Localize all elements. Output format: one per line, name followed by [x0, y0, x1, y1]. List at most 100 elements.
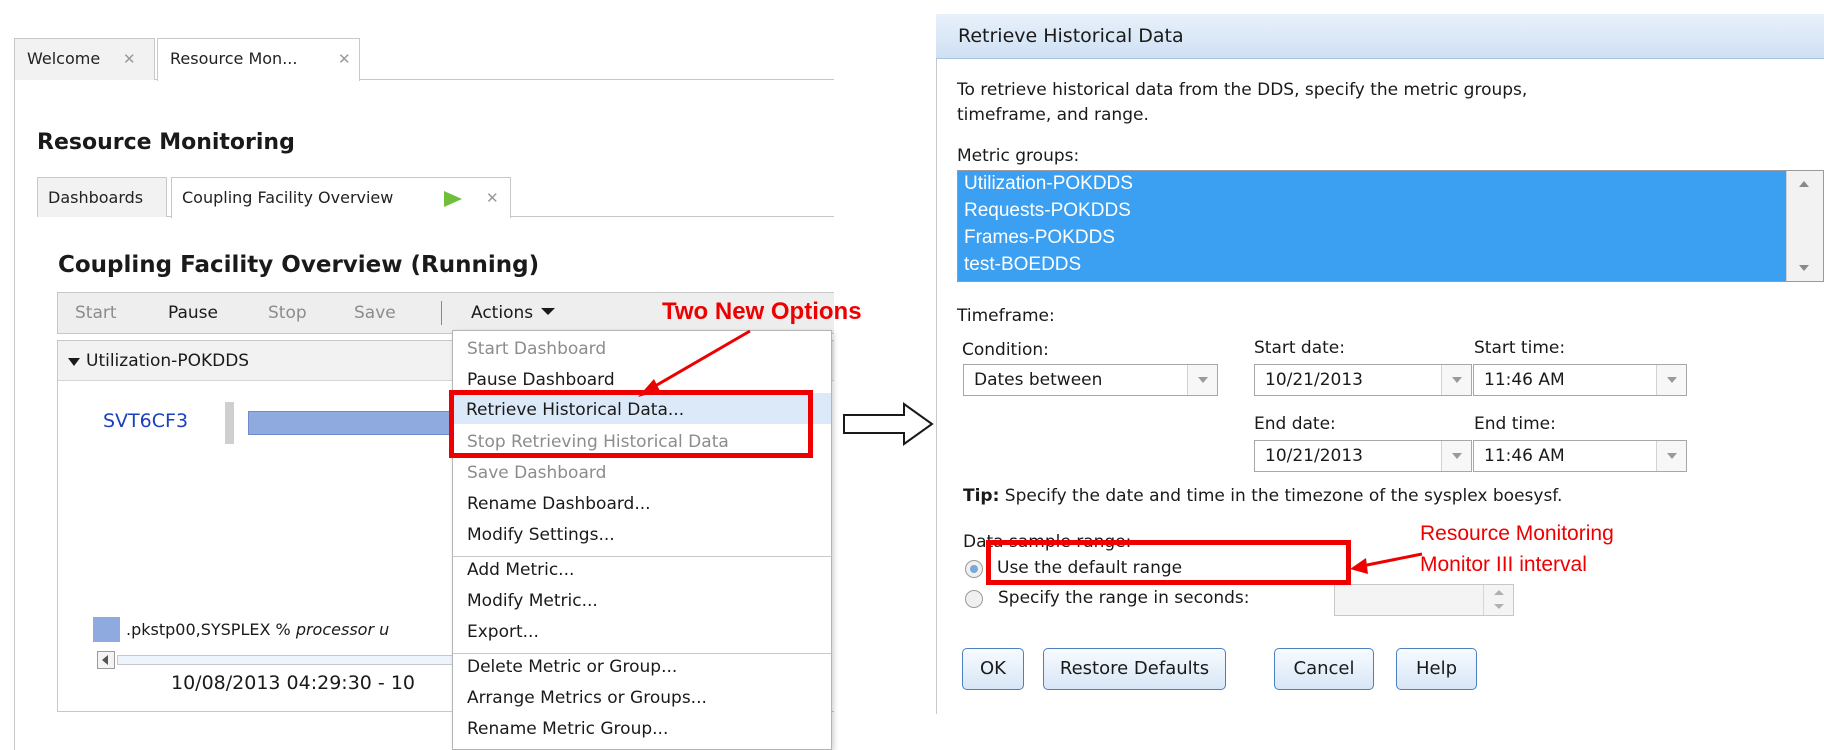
- list-item[interactable]: Frames-POKDDS: [964, 227, 1115, 249]
- chevron-down-icon: [1799, 265, 1809, 271]
- tip-body: Specify the date and time in the timezon…: [999, 486, 1563, 506]
- dashboard-tab-bar: Dashboards Coupling Facility Overview ✕: [37, 177, 834, 218]
- start-time-label: Start time:: [1474, 338, 1566, 358]
- tab-coupling-facility-overview[interactable]: Coupling Facility Overview ✕: [171, 177, 511, 218]
- chevron-up-icon: [1799, 181, 1809, 187]
- radio-default-range[interactable]: [965, 560, 983, 578]
- list-item[interactable]: test-BOEDDS: [964, 254, 1081, 276]
- chevron-down-icon: [1198, 377, 1208, 383]
- page-title: Resource Monitoring: [37, 130, 295, 155]
- close-icon[interactable]: ✕: [486, 178, 499, 218]
- menu-divider: [453, 653, 831, 654]
- pause-button[interactable]: Pause: [168, 293, 218, 333]
- play-icon: [444, 191, 462, 207]
- listbox-scrollbar[interactable]: [1786, 171, 1823, 281]
- annotation-rm-note-line-1: Resource Monitoring: [1420, 522, 1614, 545]
- menu-item-delete-metric[interactable]: Delete Metric or Group...: [467, 657, 677, 677]
- condition-label: Condition:: [962, 340, 1049, 360]
- annotation-rm-note-line-2: Monitor III interval: [1420, 553, 1587, 576]
- end-date-dropdown-button[interactable]: [1441, 441, 1471, 471]
- close-icon[interactable]: ✕: [338, 39, 351, 79]
- legend-swatch: [93, 617, 120, 642]
- range-seconds-spinner[interactable]: [1334, 584, 1514, 616]
- end-date-field[interactable]: 10/21/2013: [1254, 440, 1472, 472]
- end-time-value: 11:46 AM: [1484, 446, 1565, 466]
- utilization-bar: [248, 411, 468, 435]
- bar-axis: [225, 402, 234, 444]
- start-date-field[interactable]: 10/21/2013: [1254, 364, 1472, 396]
- tab-resource-monitoring-label: Resource Mon...: [170, 49, 298, 68]
- start-time-dropdown-button[interactable]: [1656, 365, 1686, 395]
- start-time-field[interactable]: 11:46 AM: [1473, 364, 1687, 396]
- tab-resource-monitoring[interactable]: Resource Mon... ✕: [157, 38, 360, 81]
- timeframe-label: Timeframe:: [957, 306, 1055, 326]
- outer-tab-bar: Welcome ✕ Resource Mon... ✕: [14, 38, 834, 81]
- chevron-down-icon: [1667, 453, 1677, 459]
- chevron-down-icon: [1494, 604, 1504, 609]
- radio-specify-range[interactable]: [965, 590, 983, 608]
- scroll-left-button[interactable]: [97, 651, 115, 669]
- chevron-left-icon: [102, 655, 108, 665]
- restore-defaults-button[interactable]: Restore Defaults: [1043, 648, 1226, 690]
- dialog-intro-line-2: timeframe, and range.: [957, 105, 1149, 125]
- end-time-field[interactable]: 11:46 AM: [1473, 440, 1687, 472]
- start-date-dropdown-button[interactable]: [1441, 365, 1471, 395]
- bar-category-label[interactable]: SVT6CF3: [103, 410, 188, 432]
- help-button[interactable]: Help: [1396, 648, 1477, 690]
- menu-item-rename-dashboard[interactable]: Rename Dashboard...: [467, 494, 651, 514]
- tab-dashboards[interactable]: Dashboards: [37, 177, 167, 217]
- chevron-down-icon: [1452, 453, 1462, 459]
- legend-italic: processor u: [295, 620, 390, 639]
- dashboard-title: Coupling Facility Overview (Running): [58, 252, 540, 278]
- menu-item-modify-metric[interactable]: Modify Metric...: [467, 591, 598, 611]
- menu-item-start-dashboard[interactable]: Start Dashboard: [467, 339, 606, 359]
- end-time-label: End time:: [1474, 414, 1556, 434]
- menu-item-save-dashboard[interactable]: Save Dashboard: [467, 463, 606, 483]
- menu-item-arrange-metrics[interactable]: Arrange Metrics or Groups...: [467, 688, 707, 708]
- chevron-down-icon: [1667, 377, 1677, 383]
- condition-value: Dates between: [974, 370, 1103, 390]
- tab-welcome[interactable]: Welcome ✕: [14, 38, 155, 80]
- collapse-icon[interactable]: [68, 358, 80, 366]
- start-date-label: Start date:: [1254, 338, 1345, 358]
- menu-item-export[interactable]: Export...: [467, 622, 539, 642]
- stop-button[interactable]: Stop: [268, 293, 307, 333]
- ok-button[interactable]: OK: [962, 648, 1024, 690]
- menu-item-rename-metric-group[interactable]: Rename Metric Group...: [467, 719, 668, 739]
- cancel-button[interactable]: Cancel: [1274, 648, 1374, 690]
- metric-groups-label: Metric groups:: [957, 146, 1080, 166]
- tab-welcome-label: Welcome: [27, 49, 101, 68]
- time-range-label: 10/08/2013 04:29:30 - 10: [171, 672, 415, 694]
- dialog-title-bar: Retrieve Historical Data: [936, 14, 1824, 59]
- list-item[interactable]: Requests-POKDDS: [964, 200, 1131, 222]
- legend-text: .pkstp00,SYSPLEX %: [126, 620, 296, 639]
- end-date-value: 10/21/2013: [1265, 446, 1363, 466]
- tab-dashboards-label: Dashboards: [48, 188, 144, 207]
- actions-menu-button[interactable]: Actions: [471, 293, 556, 333]
- annotation-arrow: [638, 329, 751, 397]
- transition-arrow-icon: [843, 402, 934, 446]
- tab-coupling-facility-label: Coupling Facility Overview: [182, 188, 394, 207]
- tip-label: Tip:: [963, 486, 1000, 506]
- toolbar-divider: [441, 301, 442, 325]
- legend-label: .pkstp00,SYSPLEX % processor u: [126, 620, 389, 639]
- menu-divider: [453, 556, 831, 557]
- start-time-value: 11:46 AM: [1484, 370, 1565, 390]
- end-time-dropdown-button[interactable]: [1656, 441, 1686, 471]
- close-icon[interactable]: ✕: [123, 39, 136, 79]
- annotation-arrow: [1350, 552, 1423, 574]
- condition-dropdown-button[interactable]: [1187, 365, 1217, 395]
- menu-item-add-metric[interactable]: Add Metric...: [467, 560, 574, 580]
- dialog-intro-line-1: To retrieve historical data from the DDS…: [957, 80, 1528, 100]
- save-button[interactable]: Save: [354, 293, 396, 333]
- menu-item-pause-dashboard[interactable]: Pause Dashboard: [467, 370, 615, 390]
- chevron-down-icon: [541, 308, 556, 315]
- menu-item-modify-settings[interactable]: Modify Settings...: [467, 525, 615, 545]
- condition-select[interactable]: Dates between: [963, 364, 1218, 396]
- list-item[interactable]: Utilization-POKDDS: [964, 173, 1133, 195]
- annotation-two-new-options: Two New Options: [662, 298, 862, 325]
- tip-text: Tip: Specify the date and time in the ti…: [963, 486, 1562, 506]
- spinner-buttons[interactable]: [1483, 585, 1513, 615]
- metric-group-label: Utilization-POKDDS: [86, 351, 250, 371]
- start-button[interactable]: Start: [75, 293, 117, 333]
